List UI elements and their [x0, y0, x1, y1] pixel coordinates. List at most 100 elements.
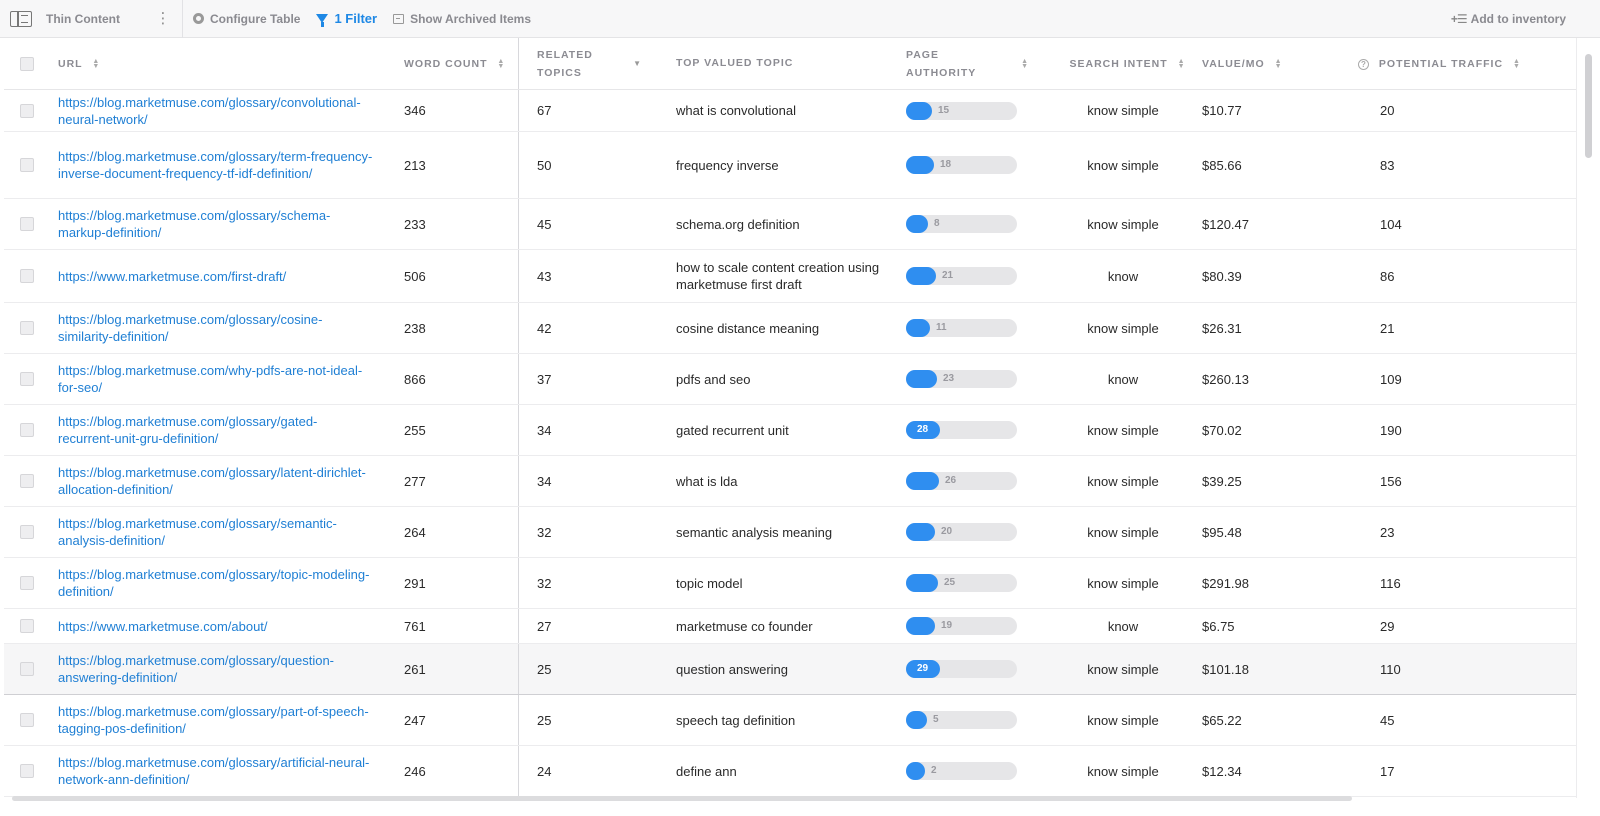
sort-icon: ▲ ▼	[1177, 57, 1185, 70]
table-row[interactable]: https://blog.marketmuse.com/glossary/cos…	[4, 303, 1576, 354]
table-row[interactable]: https://blog.marketmuse.com/why-pdfs-are…	[4, 354, 1576, 405]
row-checkbox[interactable]	[20, 103, 34, 118]
row-checkbox[interactable]	[20, 217, 34, 231]
page-authority-value: 20	[941, 526, 953, 537]
table-row[interactable]: https://www.marketmuse.com/first-draft/5…	[4, 250, 1576, 303]
help-icon[interactable]: ?	[1358, 58, 1369, 70]
search-intent-cell: know simple	[1087, 473, 1159, 489]
url-link[interactable]: https://blog.marketmuse.com/why-pdfs-are…	[58, 362, 373, 396]
row-checkbox[interactable]	[20, 764, 34, 778]
table-row[interactable]: https://blog.marketmuse.com/glossary/que…	[4, 644, 1576, 695]
url-link[interactable]: https://blog.marketmuse.com/glossary/gat…	[58, 413, 373, 447]
table-row[interactable]: https://blog.marketmuse.com/glossary/gat…	[4, 405, 1576, 456]
row-checkbox[interactable]	[20, 474, 34, 488]
url-link[interactable]: https://blog.marketmuse.com/glossary/lat…	[58, 464, 373, 498]
page-authority-fill	[906, 156, 934, 174]
configure-table-label: Configure Table	[210, 11, 301, 26]
search-intent-cell: know	[1107, 371, 1139, 387]
add-to-inventory-button[interactable]: +☰ Add to inventory	[1451, 12, 1566, 26]
url-link[interactable]: https://blog.marketmuse.com/glossary/con…	[58, 94, 373, 128]
url-link[interactable]: https://blog.marketmuse.com/glossary/par…	[58, 703, 373, 737]
kebab-menu-icon[interactable]: ⋮	[154, 11, 172, 26]
value-mo-cell: $70.02	[1202, 422, 1242, 438]
column-header-page-authority[interactable]: PAGE AUTHORITY ▲ ▼	[906, 46, 1048, 82]
table-row[interactable]: https://www.marketmuse.com/about/761 27 ma…	[4, 609, 1576, 644]
table-row[interactable]: https://blog.marketmuse.com/glossary/lat…	[4, 456, 1576, 507]
url-link[interactable]: https://www.marketmuse.com/about/	[58, 618, 373, 635]
column-header-value-mo[interactable]: VALUE/MO ▲ ▼	[1198, 58, 1358, 70]
configure-table-button[interactable]: Configure Table	[193, 12, 300, 26]
row-checkbox[interactable]	[20, 321, 34, 335]
url-link[interactable]: https://blog.marketmuse.com/glossary/sch…	[58, 207, 373, 241]
url-link[interactable]: https://blog.marketmuse.com/glossary/top…	[58, 566, 373, 600]
archive-icon	[393, 13, 405, 24]
horizontal-scrollbar-thumb[interactable]	[12, 796, 1352, 801]
top-valued-topic-cell: frequency inverse	[676, 157, 779, 173]
url-link[interactable]: https://blog.marketmuse.com/glossary/ter…	[58, 148, 373, 182]
column-header-potential-traffic[interactable]: ? POTENTIAL TRAFFIC ▲ ▼	[1358, 58, 1558, 70]
row-checkbox[interactable]	[20, 423, 34, 437]
search-intent-cell: know simple	[1087, 320, 1159, 336]
table-row[interactable]: https://blog.marketmuse.com/glossary/con…	[4, 90, 1576, 132]
column-header-search-intent[interactable]: SEARCH INTENT ▲ ▼	[1048, 58, 1198, 70]
column-header-url[interactable]: URL ▲ ▼	[58, 58, 398, 70]
potential-traffic-cell: 20	[1380, 103, 1395, 118]
word-count-cell: 761	[404, 618, 426, 634]
row-checkbox[interactable]	[20, 372, 34, 386]
page-authority-bar: 26	[906, 472, 1017, 490]
word-count-cell: 213	[404, 157, 426, 173]
potential-traffic-cell: 109	[1380, 371, 1402, 387]
top-valued-topic-cell: speech tag definition	[676, 712, 796, 728]
table-row[interactable]: https://blog.marketmuse.com/glossary/top…	[4, 558, 1576, 609]
column-header-word-count[interactable]: WORD COUNT ▲ ▼	[398, 58, 518, 70]
row-checkbox[interactable]	[20, 662, 34, 676]
column-header-top-valued-topic[interactable]: TOP VALUED TOPIC	[660, 55, 906, 72]
filter-label: 1 Filter	[334, 11, 378, 26]
search-intent-cell: know simple	[1087, 103, 1159, 118]
related-topics-cell: 34	[518, 405, 660, 455]
column-header-related-topics[interactable]: RELATED TOPICS ▼	[518, 38, 660, 89]
page-authority-value: 8	[934, 218, 940, 229]
url-link[interactable]: https://blog.marketmuse.com/glossary/cos…	[58, 311, 373, 345]
show-archived-button[interactable]: Show Archived Items	[393, 12, 531, 26]
url-link[interactable]: https://www.marketmuse.com/first-draft/	[58, 268, 373, 285]
row-checkbox[interactable]	[20, 713, 34, 727]
row-checkbox[interactable]	[20, 525, 34, 539]
related-topics-cell: 43	[518, 250, 660, 302]
table-row[interactable]: https://blog.marketmuse.com/glossary/sch…	[4, 199, 1576, 250]
page-authority-fill	[906, 267, 936, 285]
row-checkbox[interactable]	[20, 619, 34, 633]
url-link[interactable]: https://blog.marketmuse.com/glossary/sem…	[58, 515, 373, 549]
value-mo-cell: $120.47	[1202, 216, 1249, 232]
horizontal-scrollbar[interactable]	[4, 796, 1576, 802]
top-valued-topic-cell: what is lda	[676, 473, 738, 489]
top-valued-topic-cell: question answering	[676, 661, 789, 677]
table-row[interactable]: https://blog.marketmuse.com/glossary/art…	[4, 746, 1576, 797]
url-link[interactable]: https://blog.marketmuse.com/glossary/art…	[58, 754, 373, 788]
related-topics-cell: 42	[518, 303, 660, 353]
table-row[interactable]: https://blog.marketmuse.com/glossary/ter…	[4, 132, 1576, 199]
search-intent-cell: know simple	[1087, 157, 1159, 173]
vertical-scrollbar[interactable]	[1576, 38, 1600, 798]
row-checkbox[interactable]	[20, 576, 34, 590]
search-intent-cell: know	[1107, 618, 1139, 634]
related-topics-cell: 50	[518, 132, 660, 198]
vertical-scrollbar-thumb[interactable]	[1585, 54, 1592, 158]
top-valued-topic-cell: define ann	[676, 763, 737, 779]
related-topics-cell: 24	[518, 746, 660, 796]
search-intent-cell: know simple	[1087, 763, 1159, 779]
row-checkbox[interactable]	[20, 269, 34, 283]
search-intent-cell: know simple	[1087, 216, 1159, 232]
select-all-checkbox[interactable]	[20, 56, 34, 71]
add-list-icon: +☰	[1450, 11, 1468, 26]
table-row[interactable]: https://blog.marketmuse.com/glossary/sem…	[4, 507, 1576, 558]
value-mo-cell: $291.98	[1202, 575, 1249, 591]
url-link[interactable]: https://blog.marketmuse.com/glossary/que…	[58, 652, 373, 686]
value-mo-cell: $65.22	[1202, 712, 1242, 728]
sidebar-toggle-icon[interactable]	[10, 10, 32, 27]
row-checkbox[interactable]	[20, 158, 34, 172]
page-authority-bar: 11	[906, 319, 1017, 337]
top-valued-topic-cell: how to scale content creation using mark…	[676, 260, 880, 292]
filter-button[interactable]: 1 Filter	[316, 11, 378, 27]
table-row[interactable]: https://blog.marketmuse.com/glossary/par…	[4, 695, 1576, 746]
